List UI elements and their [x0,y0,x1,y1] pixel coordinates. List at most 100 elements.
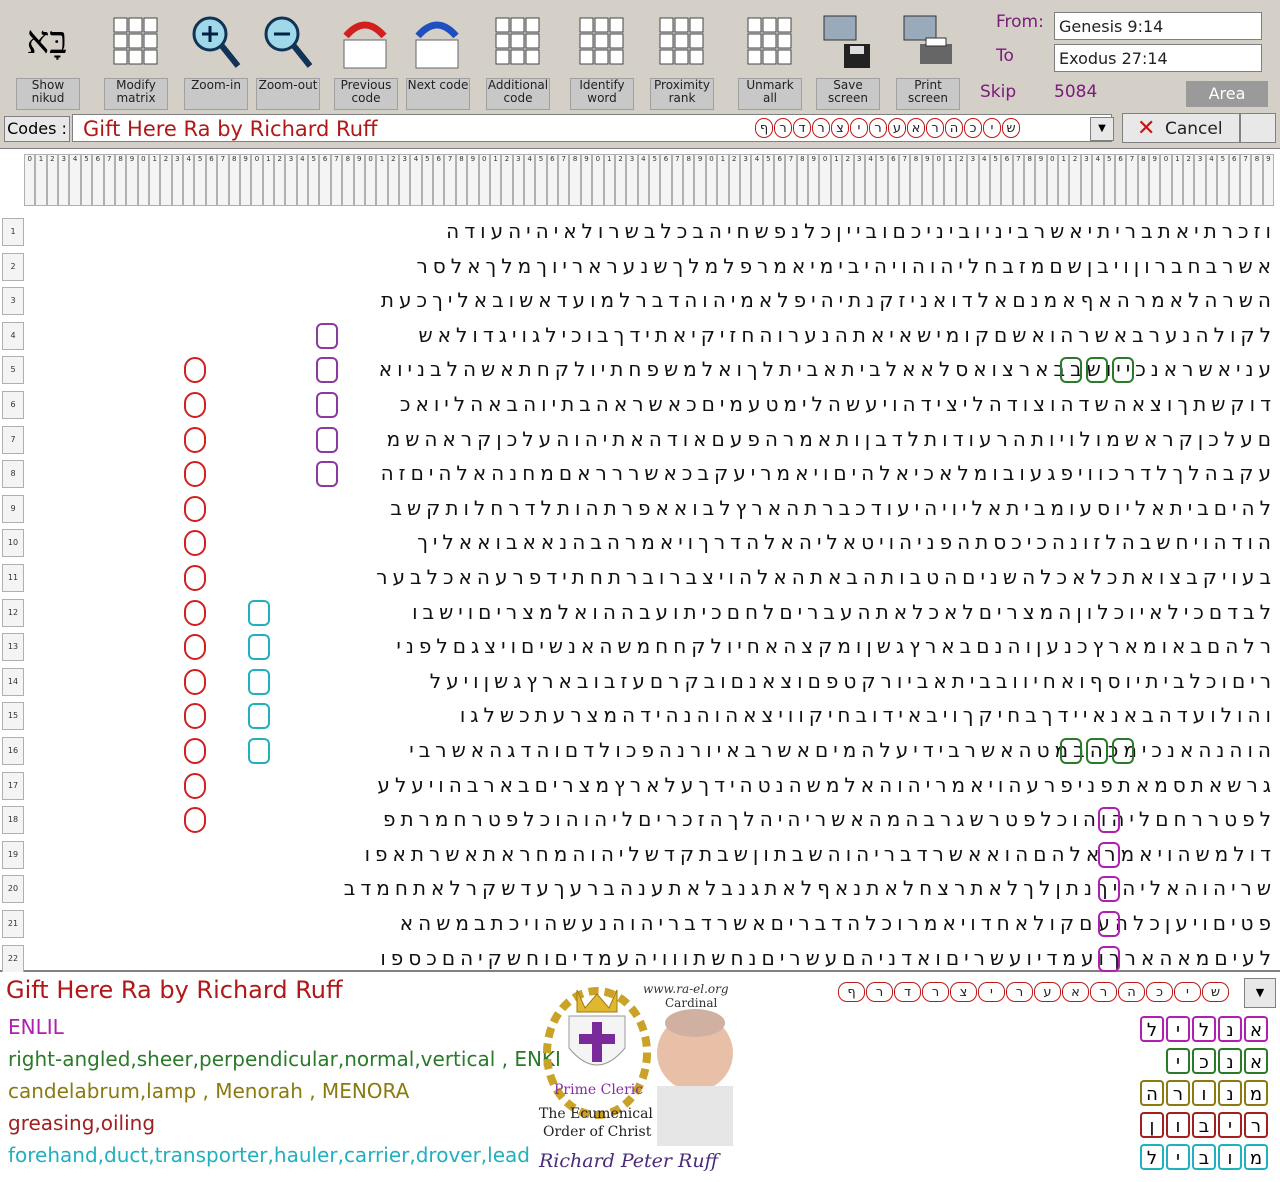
matrix-row[interactable]: לפטררחםליהוהוכלפטרשגרבהמהאשריהיהלךהזכרים… [26,802,1276,836]
matrix-row[interactable]: ריםוכלביתיוסףואחיוובביתאביורקטפםוצאנםובק… [26,664,1276,698]
found-word[interactable]: ריבון [1140,1112,1268,1138]
meaning-line: ENLIL [8,1015,64,1039]
matrix-row[interactable]: לבדםכילאיוכלוןהמצריםלאכלאתהעבריםלחםכיתוע… [26,595,1276,629]
proximity-rank-label: Proximity rank [650,78,714,110]
column-number: 0 [819,154,831,206]
row-number: 11 [2,564,24,592]
matrix-row[interactable]: שריהוהאליהיךנתןלךלאתרצחלאתנאףלאתגנבלאתענ… [26,871,1276,905]
matrix-row[interactable]: וזכרתיאתבריתיאשרביניוביניכםובייןכלנפשחיה… [26,214,1276,248]
modify-matrix-label: Modify matrix [104,78,168,110]
matrix-row[interactable]: להיםביתאליוסעומביתאליויהיעודכברתהארץלבוא… [26,491,1276,525]
column-number: 6 [319,154,331,206]
column-number: 6 [774,154,786,206]
column-number: 7 [899,154,911,206]
show-nikud-label: Show nikud [16,78,80,110]
matrix-row[interactable]: לקולהנערבאשרהואשםקומישאיאתהנערוהחזיקיאתי… [26,318,1276,352]
matrix-row[interactable]: בעויקבצואתכלאכלהשניםהטבותהבאתהאלהויצברוב… [26,560,1276,594]
column-number: 5 [308,154,320,206]
column-number: 6 [546,154,559,206]
code-letter: ש [1002,118,1020,138]
codes-dropdown-arrow[interactable]: ▼ [1090,117,1114,141]
found-word[interactable]: אנליל [1140,1016,1268,1042]
column-number: 7 [1126,154,1138,206]
code-letter: י [1174,982,1201,1002]
word-highlight [316,426,338,453]
found-word[interactable]: אנכי [1166,1048,1268,1074]
code-letter: כ [964,118,982,138]
print-screen-label: Print screen [896,78,960,110]
code-letter: ה [945,118,963,138]
zoom-out-button[interactable]: Zoom-out [254,4,320,110]
row-number: 21 [2,910,24,938]
word-highlight [1098,841,1120,868]
to-field[interactable]: Exodus 27:14 [1054,44,1262,72]
matrix-row[interactable]: םעלכןקראשמולויותהרעודותלדבןותאמרהפעםאודה… [26,422,1276,456]
found-word-letter: י [1166,1048,1190,1074]
found-word-letter: ן [1140,1112,1164,1138]
matrix-row[interactable]: לעיםמאהארךועמדיועשריםואדניהםעשריםנחשתווו… [26,941,1276,975]
column-number: 1 [1058,154,1070,206]
column-number: 4 [183,154,195,206]
cancel-button[interactable]: ✕ Cancel [1122,113,1240,143]
identify-word-label: Identify word [570,78,634,110]
column-number: 9 [126,154,138,206]
found-word-letter: נ [1218,1080,1242,1106]
code-letter: ד [894,982,921,1002]
save-screen-button[interactable]: Save screen [814,4,880,110]
matrix-row[interactable]: פטיםויעןכלהעםקולאחדויאמרוכלהדבריםאשרדברי… [26,906,1276,940]
code-letter-highlight [184,530,206,557]
matrix-row[interactable]: והולועדהבאנאיידךבחיקךויבאידובחיקוויצאהוה… [26,698,1276,732]
matrix-row[interactable]: רלהםבאומארץכנעןוהנםבארץגשןומקצהאחיולקחחמ… [26,629,1276,663]
column-number: 1 [35,154,47,206]
show-nikud-button[interactable]: בָּא Show nikud [14,4,80,110]
found-word[interactable]: מוביל [1140,1144,1268,1170]
word-highlight [1098,945,1120,972]
column-number: 0 [933,154,945,206]
matrix-row[interactable]: דולמשהויאמראלהםהואאשרדבריהוהשבתוןשבתקדשל… [26,837,1276,871]
meaning-line: right-angled,sheer,perpendicular,normal,… [8,1047,561,1071]
row-number: 22 [2,944,24,973]
column-number: 4 [637,154,649,206]
row-number: 13 [2,633,24,662]
zoom-in-button[interactable]: Zoom-in [182,4,248,110]
row-number: 10 [2,529,24,558]
results-panel: Gift Here Ra by Richard Ruff שיכהראעריצר… [0,972,1280,1178]
column-number: 5 [762,154,774,206]
area-button[interactable]: Area [1186,81,1268,107]
skip-value[interactable]: 5084 [1054,82,1097,102]
additional-code-button[interactable]: Additional code [484,4,550,110]
found-word[interactable]: מנורה [1140,1080,1268,1106]
column-number: 5 [80,154,93,206]
column-number: 9 [580,154,593,206]
identify-word-button[interactable]: Identify word [568,4,634,110]
column-number: 1 [830,154,843,206]
meaning-line: candelabrum,lamp , Menorah , MENORA [8,1079,410,1103]
previous-code-button[interactable]: Previous code [332,4,398,110]
matrix-row[interactable]: גרשאתסמאתפניפרעהויאמריהוהאלמשהנטהידךעלאר… [26,768,1276,802]
matrix-row[interactable]: אשרבחברוןויבןשםמזבחליהוהויהיבימיאמרפלמלך… [26,249,1276,283]
matrix-row[interactable]: השרהלאמרהאףאמנםאלדואניזקנתיהיפלאמיהוהדבר… [26,283,1276,317]
column-number: 6 [1001,154,1013,206]
column-number: 3 [399,154,411,206]
matrix-row[interactable]: דוקשתךוצאהשדהוצודהליצידהויעשהלימטעמיםכאש… [26,387,1276,421]
code-letter-highlight [184,772,206,799]
code-letter: ר [812,118,830,138]
matrix-row[interactable]: עקבהלךלדרכוויפגעובומלאכיאלהיםויאמריעקבכא… [26,456,1276,490]
row-number: 17 [2,771,24,800]
from-field[interactable]: Genesis 9:14 [1054,12,1262,40]
print-screen-button[interactable]: Print screen [894,4,960,110]
unmark-all-button[interactable]: Unmark all [736,4,802,110]
toolbar: בָּא Show nikud Modify matrix Zoom-in Zoom-o… [0,0,1280,111]
codes-extra-button[interactable] [1240,113,1276,143]
column-number: 3 [967,154,979,206]
found-word-letter: ו [1218,1144,1242,1170]
results-dropdown-arrow[interactable]: ▼ [1244,978,1276,1008]
next-code-button[interactable]: Next code [404,4,470,110]
proximity-rank-button[interactable]: Proximity rank [648,4,714,110]
column-number: 6 [887,154,899,206]
column-number: 7 [103,154,115,206]
column-number: 7 [558,154,570,206]
modify-matrix-button[interactable]: Modify matrix [102,4,168,110]
found-word-letter: ר [1244,1112,1268,1138]
matrix-row[interactable]: הודהויחשבהלזונהכיכסתהפניהויטאליהאלהדרךוי… [26,525,1276,559]
